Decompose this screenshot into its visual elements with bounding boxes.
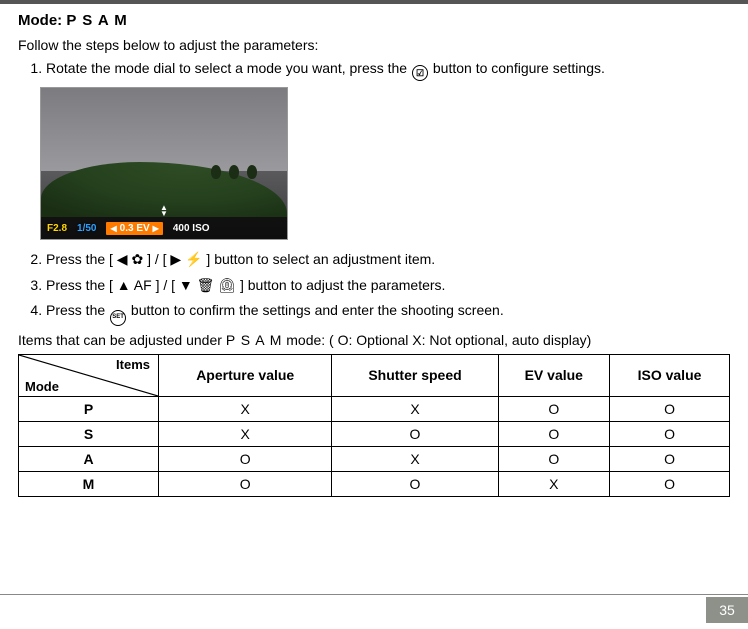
- table-row: M O O X O: [19, 471, 730, 496]
- mode-label: Mode:: [18, 12, 62, 29]
- col-aperture: Aperture value: [159, 354, 332, 396]
- sample-display: ▲▼ F2.8 1/50 ◀ 0.3 EV ▶ 400 ISO: [40, 87, 288, 240]
- osd-bar: F2.8 1/50 ◀ 0.3 EV ▶ 400 ISO: [41, 217, 287, 239]
- footer-rule: [0, 594, 748, 595]
- osd-ev-box: ◀ 0.3 EV ▶: [106, 222, 162, 235]
- left-arrow-icon: ◀: [110, 224, 116, 233]
- up-down-buttons-icon: [ ▲ AF ] / [ ▼ 🗑 ⏲ ]: [109, 277, 244, 293]
- col-ev: EV value: [498, 354, 609, 396]
- step-4: Press the SET button to confirm the sett…: [46, 301, 730, 325]
- right-arrow-icon: ▶: [153, 224, 159, 233]
- osd-iso: 400 ISO: [173, 223, 210, 234]
- left-right-buttons-icon: [ ◀ ✿ ] / [ ▶ ⚡ ]: [109, 251, 210, 267]
- table-caption: Items that can be adjusted under P S A M…: [18, 332, 730, 348]
- mode-heading: Mode: P S A M: [18, 12, 730, 29]
- step-1: Rotate the mode dial to select a mode yo…: [46, 59, 730, 81]
- exposure-icon: ☑: [412, 65, 428, 81]
- steps-list-cont: Press the [ ◀ ✿ ] / [ ▶ ⚡ ] button to se…: [18, 250, 730, 325]
- intro-text: Follow the steps below to adjust the par…: [18, 37, 730, 53]
- col-shutter: Shutter speed: [332, 354, 498, 396]
- up-down-indicator-icon: ▲▼: [160, 205, 168, 217]
- table-header-row: Items Mode Aperture value Shutter speed …: [19, 354, 730, 396]
- step-2: Press the [ ◀ ✿ ] / [ ▶ ⚡ ] button to se…: [46, 250, 730, 270]
- psam-badge: P S A M: [66, 12, 127, 29]
- page-number: 35: [706, 597, 748, 623]
- modes-table: Items Mode Aperture value Shutter speed …: [18, 354, 730, 497]
- osd-shutter: 1/50: [77, 223, 96, 234]
- table-row: A O X O O: [19, 446, 730, 471]
- osd-aperture: F2.8: [47, 223, 67, 234]
- step-3: Press the [ ▲ AF ] / [ ▼ 🗑 ⏲ ] button to…: [46, 276, 730, 296]
- table-row: P X X O O: [19, 396, 730, 421]
- col-iso: ISO value: [610, 354, 730, 396]
- steps-list: Rotate the mode dial to select a mode yo…: [18, 59, 730, 81]
- set-button-icon: SET: [110, 310, 126, 326]
- table-corner-cell: Items Mode: [19, 354, 159, 396]
- osd-ev: 0.3 EV: [120, 223, 150, 234]
- table-row: S X O O O: [19, 421, 730, 446]
